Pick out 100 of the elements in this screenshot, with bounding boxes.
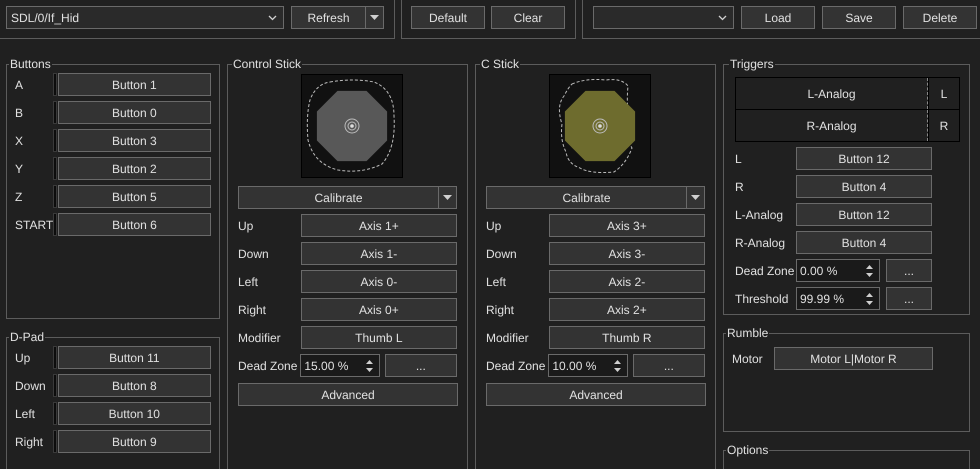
group-title: Triggers [729,57,775,71]
meter-key-label: L [928,78,959,109]
more-button[interactable]: ... [886,287,932,310]
spin-field[interactable]: 10.00 % [548,354,628,377]
binding-button[interactable]: Axis 0+ [300,298,457,321]
binding-button[interactable]: Axis 1- [300,242,457,265]
spin-field[interactable]: 0.00 % [796,259,880,282]
meter-label: R-Analog [806,118,857,132]
input-indicator [52,101,57,124]
button-label: START [15,218,53,232]
binding-button[interactable]: Axis 0- [300,270,457,293]
input-label: Left [486,274,508,288]
button-label: Left [15,406,36,420]
meter-key-label: R [928,110,959,141]
meter-label: L-Analog [807,86,856,100]
input-label: R-Analog [735,236,786,250]
button-label: B [15,106,24,120]
button-label: Up [15,350,32,364]
dropdown-arrow-button[interactable] [687,186,705,209]
button-label: Right [15,434,44,448]
caret-icon [691,195,700,200]
binding-button[interactable]: Button 12 [796,147,932,170]
input-indicator [53,213,57,236]
input-label: L-Analog [735,208,784,222]
calibrate-button[interactable]: Calibrate [486,186,688,209]
input-indicator [52,430,57,453]
toolbar-button[interactable]: Clear [491,6,565,29]
binding-button[interactable]: Button 2 [58,157,212,180]
binding-button[interactable]: Button 3 [58,129,212,152]
group-title: Buttons [9,57,52,71]
more-button[interactable]: ... [632,354,705,377]
group-title: C Stick [480,57,520,71]
input-label: Dead Zone [238,358,298,372]
binding-button[interactable]: Axis 3- [548,242,705,265]
binding-button[interactable]: Axis 1+ [300,214,457,237]
input-label: Up [486,218,502,232]
binding-button[interactable]: Button 4 [796,175,932,198]
chevron-icon [268,14,277,20]
button-label: X [15,134,24,148]
caret-icon [443,195,452,200]
binding-button[interactable]: Button 12 [796,203,932,226]
caret-icon [370,15,379,20]
more-button[interactable]: ... [886,259,932,282]
input-label: Up [238,218,254,232]
input-label: Modifier [486,330,530,344]
advanced-button[interactable]: Advanced [238,383,458,406]
input-label: Threshold [735,292,790,306]
binding-button[interactable]: Button 8 [58,374,212,397]
binding-button[interactable]: Button 1 [58,73,212,96]
binding-button[interactable]: Axis 3+ [548,214,705,237]
toolbar-button[interactable]: Default [411,6,485,29]
input-label: R [735,180,745,194]
profile-button[interactable]: Delete [903,6,977,29]
input-label: Down [486,246,518,260]
binding-button[interactable]: Axis 2- [548,270,705,293]
spinner-arrows-icon[interactable] [866,292,873,304]
refresh-button[interactable]: Refresh [291,6,366,29]
binding-button[interactable]: Button 0 [58,101,212,124]
profile-button[interactable]: Load [741,6,815,29]
binding-button[interactable]: Button 6 [58,213,211,236]
dropdown-arrow-button[interactable] [439,186,457,209]
dropdown-arrow-button[interactable] [366,6,384,29]
profile-button[interactable]: Save [822,6,896,29]
binding-button[interactable]: Button 9 [58,430,212,453]
spinner-arrows-icon[interactable] [866,264,873,276]
advanced-button[interactable]: Advanced [486,383,706,406]
input-label: Right [486,302,516,316]
input-indicator [52,157,57,180]
input-indicator [52,374,57,397]
profile-dropdown[interactable] [593,6,734,29]
spinner-arrows-icon[interactable] [614,360,621,372]
device-dropdown[interactable]: SDL/0/If_Hid [6,6,284,29]
binding-button[interactable]: Thumb L [300,326,457,349]
binding-button[interactable]: Button 10 [58,402,212,425]
spinner-arrows-icon[interactable] [366,360,373,372]
group-title: Rumble [726,326,770,340]
input-indicator [52,129,57,152]
input-label: Dead Zone [486,358,546,372]
binding-button[interactable]: Button 11 [58,346,212,369]
input-label: Dead Zone [735,264,796,278]
calibrate-button[interactable]: Calibrate [238,186,440,209]
more-button[interactable]: ... [384,354,457,377]
spin-field[interactable]: 99.99 % [796,287,880,310]
button-label: Y [15,162,24,176]
binding-button[interactable]: Axis 2+ [548,298,705,321]
binding-button[interactable]: Button 4 [796,231,932,254]
button-label: Down [15,378,47,392]
input-indicator [52,185,57,208]
input-label: Modifier [238,330,282,344]
spin-field[interactable]: 15.00 % [300,354,380,377]
group-title: Control Stick [232,57,302,71]
button-label: A [15,78,24,92]
binding-button[interactable]: Button 5 [58,185,212,208]
input-indicator [52,402,57,425]
binding-button[interactable]: Motor L|Motor R [774,347,933,370]
input-label: Right [238,302,268,316]
input-indicator [52,346,57,369]
chevron-icon [718,14,727,20]
group-title: D-Pad [9,330,46,344]
binding-button[interactable]: Thumb R [548,326,705,349]
